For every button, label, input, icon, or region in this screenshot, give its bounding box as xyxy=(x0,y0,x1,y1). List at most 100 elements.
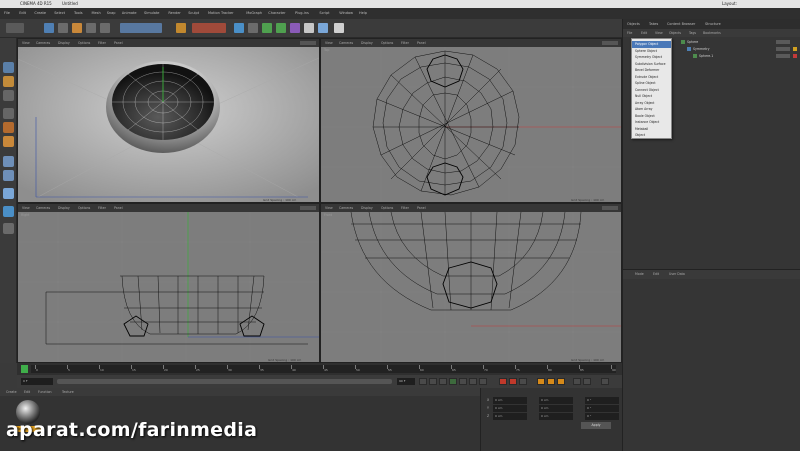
scale-key-icon[interactable] xyxy=(547,378,555,385)
context-menu-item[interactable]: Spline Object xyxy=(635,81,656,85)
motion-clip-icon[interactable] xyxy=(601,378,609,385)
position-y-field[interactable]: 0 cm xyxy=(493,405,527,412)
tag-icon[interactable] xyxy=(793,47,797,51)
next-key-icon[interactable] xyxy=(469,378,477,385)
position-z-field[interactable]: 0 cm xyxy=(493,413,527,420)
menu-item[interactable]: Sculpt xyxy=(188,11,199,15)
scale-icon[interactable] xyxy=(72,23,82,33)
viewport-menu-item[interactable]: Display xyxy=(361,41,373,45)
context-menu-item[interactable]: Object xyxy=(635,133,645,137)
pla-key-icon[interactable] xyxy=(583,378,591,385)
array-icon[interactable] xyxy=(276,23,286,33)
menu-item[interactable]: Plug-ins xyxy=(295,11,309,15)
object-row[interactable]: Symmetry xyxy=(687,46,800,52)
menu-item[interactable]: Snap xyxy=(107,11,116,15)
material-menu-item[interactable]: Edit xyxy=(24,390,30,394)
viewport-menu-item[interactable]: Filter xyxy=(401,41,409,45)
render-buttons-icons[interactable] xyxy=(192,23,226,33)
viewport-nav-icons[interactable] xyxy=(300,41,316,45)
menu-item[interactable]: Animate xyxy=(122,11,137,15)
rotate-icon[interactable] xyxy=(86,23,96,33)
tab-structure[interactable]: Structure xyxy=(705,22,721,26)
menu-item[interactable]: MoGraph xyxy=(246,11,262,15)
viewport-nav-icons[interactable] xyxy=(300,206,316,210)
keyframe-selection-icon[interactable] xyxy=(519,378,527,385)
object-row[interactable]: Sphere.1 xyxy=(693,53,800,59)
viewport-menu-item[interactable]: Cameras xyxy=(36,41,50,45)
size-x-field[interactable]: 0 cm xyxy=(539,397,573,404)
viewport-menu-item[interactable]: Cameras xyxy=(339,206,353,210)
viewport-menu-item[interactable]: View xyxy=(325,41,333,45)
tab-objects[interactable]: Objects xyxy=(627,22,640,26)
axis-toggle-icons[interactable] xyxy=(120,23,162,33)
enable-axis-icon[interactable] xyxy=(3,156,14,167)
viewport-perspective[interactable]: View Cameras Display Options Filter Pane… xyxy=(17,38,320,203)
menu-item[interactable]: File xyxy=(4,11,10,15)
texture-mode-icon[interactable] xyxy=(3,90,14,101)
deformer-icon[interactable] xyxy=(290,23,300,33)
tab-content-browser[interactable]: Content Browser xyxy=(667,22,695,26)
undo-icon[interactable] xyxy=(6,23,24,33)
record-icon[interactable] xyxy=(499,378,507,385)
tab-takes[interactable]: Takes xyxy=(649,22,658,26)
context-menu-item[interactable]: Instance Object xyxy=(635,120,659,124)
render-view-icon[interactable] xyxy=(176,23,186,33)
menu-item[interactable]: Render xyxy=(168,11,180,15)
material-menu-item[interactable]: Create xyxy=(6,390,17,394)
om-menu-item[interactable]: Edit xyxy=(641,31,647,35)
menu-item[interactable]: Create xyxy=(34,11,46,15)
play-icon[interactable] xyxy=(449,378,457,385)
menu-item[interactable]: Character xyxy=(268,11,285,15)
viewport-menu-item[interactable]: Filter xyxy=(401,206,409,210)
viewport-menu-item[interactable]: Options xyxy=(78,41,90,45)
select-icon[interactable] xyxy=(44,23,54,33)
viewport-menu-item[interactable]: Options xyxy=(78,206,90,210)
menu-item[interactable]: Tools xyxy=(74,11,83,15)
workplane-icon[interactable] xyxy=(3,206,14,217)
polygons-mode-icon[interactable] xyxy=(3,136,14,147)
viewport-menu-item[interactable]: Panel xyxy=(114,206,123,210)
context-menu-item[interactable]: Null Object xyxy=(635,94,652,98)
context-menu-item[interactable]: Sphere Object xyxy=(635,49,657,53)
param-key-icon[interactable] xyxy=(573,378,581,385)
viewport-menu-item[interactable]: Panel xyxy=(417,41,426,45)
object-row[interactable]: Sphere xyxy=(681,39,799,45)
viewport-menu-item[interactable]: Display xyxy=(58,206,70,210)
menu-item[interactable]: Simulate xyxy=(144,11,159,15)
attr-menu-edit[interactable]: Edit xyxy=(653,272,659,276)
autokey-icon[interactable] xyxy=(509,378,517,385)
viewport-front[interactable]: View Cameras Display Options Filter Pane… xyxy=(320,203,622,363)
size-y-field[interactable]: 0 cm xyxy=(539,405,573,412)
om-menu-item[interactable]: Bookmarks xyxy=(703,31,721,35)
menu-item[interactable]: Script xyxy=(319,11,329,15)
om-menu-item[interactable]: View xyxy=(655,31,663,35)
pen-icon[interactable] xyxy=(248,23,258,33)
timeline[interactable]: 0 5 10 15 20 25 30 35 40 45 50 55 60 65 70 75 80 85 90 xyxy=(17,363,622,375)
size-z-field[interactable]: 0 cm xyxy=(539,413,573,420)
viewport-menu-item[interactable]: Cameras xyxy=(339,41,353,45)
viewport-right[interactable]: View Cameras Display Options Filter Pane… xyxy=(17,203,320,363)
attr-menu-userdata[interactable]: User Data xyxy=(669,272,685,276)
rotation-p-field[interactable]: 0 ° xyxy=(585,405,619,412)
snap-icon[interactable] xyxy=(3,188,14,199)
om-menu-item[interactable]: File xyxy=(627,31,632,35)
move-icon[interactable] xyxy=(58,23,68,33)
position-key-icon[interactable] xyxy=(537,378,545,385)
points-mode-icon[interactable] xyxy=(3,108,14,119)
floor-icon[interactable] xyxy=(304,23,314,33)
camera-icon[interactable] xyxy=(318,23,328,33)
start-frame-field[interactable]: 0 F xyxy=(21,378,53,385)
light-icon[interactable] xyxy=(334,23,344,33)
viewport-nav-icons[interactable] xyxy=(602,206,618,210)
visibility-flags[interactable] xyxy=(776,47,790,51)
make-editable-icon[interactable] xyxy=(3,62,14,73)
om-menu-item[interactable]: Tags xyxy=(689,31,696,35)
next-frame-icon[interactable] xyxy=(459,378,467,385)
first-frame-icon[interactable] xyxy=(419,378,427,385)
viewport-menu-item[interactable]: Panel xyxy=(417,206,426,210)
material-menu-item[interactable]: Function xyxy=(38,390,52,394)
model-mode-icon[interactable] xyxy=(3,76,14,87)
menu-item[interactable]: Motion Tracker xyxy=(208,11,234,15)
context-menu-item[interactable]: Subdivision Surface xyxy=(635,62,666,66)
context-menu-item[interactable]: Symmetry Object xyxy=(635,55,662,59)
